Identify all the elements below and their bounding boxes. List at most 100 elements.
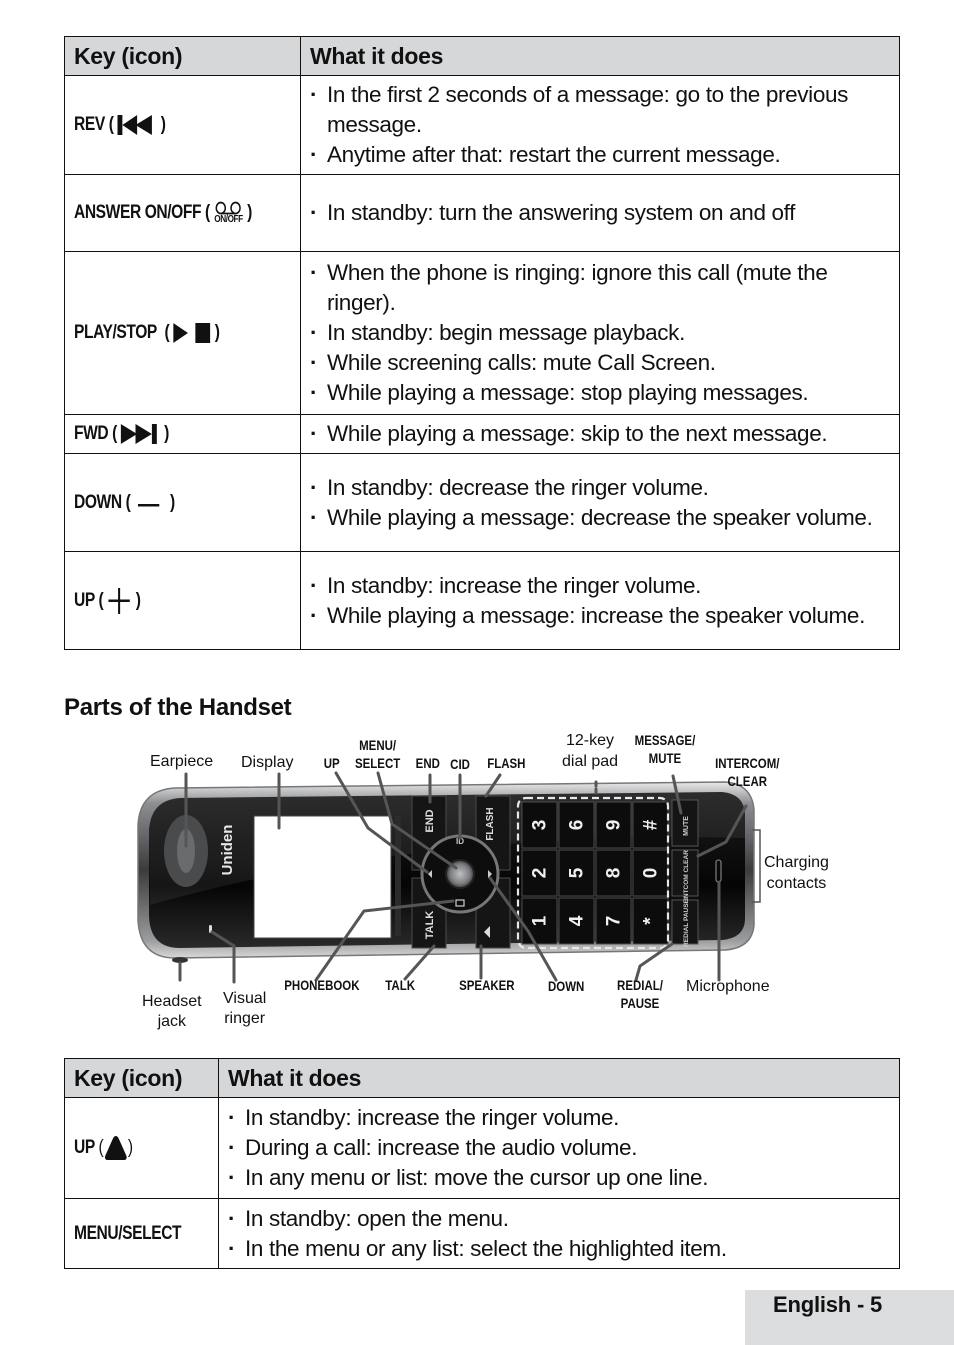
label-flash: FLASH <box>487 755 526 771</box>
description-cell: While playing a message: skip to the nex… <box>300 414 900 454</box>
side-keys: MUTE INTCOM CLEAR REDIAL PAUSE <box>671 799 699 947</box>
label-message-mute: MESSAGE/ MUTE <box>635 731 696 767</box>
label-microphone: Microphone <box>686 978 770 995</box>
svg-text:REDIAL PAUSE: REDIAL PAUSE <box>683 898 690 946</box>
page-footer: English - 5 <box>745 1290 954 1345</box>
key-cell: UP ( ) <box>64 551 301 650</box>
table-row: DOWN ( ) In standby: decrease the ringer… <box>64 453 900 552</box>
table-header-row: Key (icon) What it does <box>64 36 900 76</box>
navigation-pad: ID <box>420 834 500 914</box>
bullet-item: While playing a message: decrease the sp… <box>309 503 891 533</box>
key-label: MENU/SELECT <box>74 1222 182 1244</box>
dial-key-digit: 6 <box>567 820 588 831</box>
label-line: Headset <box>142 993 202 1010</box>
key-label: UP ( ) <box>74 587 141 614</box>
table-row: UP ( ) In standby: increase the ringer v… <box>64 551 900 650</box>
dial-key-digit: 3 <box>530 820 551 831</box>
dial-key-digit: 1 <box>530 915 551 926</box>
bullet-item: While playing a message: stop playing me… <box>309 378 891 408</box>
bullet-item: While playing a message: skip to the nex… <box>309 419 891 449</box>
plus-icon <box>108 587 131 614</box>
key-cell: DOWN ( ) <box>64 453 301 552</box>
bullet-item: During a call: increase the audio volume… <box>227 1133 891 1163</box>
label-line: jack <box>157 1013 187 1030</box>
description-cell: In the first 2 seconds of a message: go … <box>300 75 900 175</box>
bullet-item: When the phone is ringing: ignore this c… <box>309 258 891 318</box>
label-redial-pause: REDIAL/ PAUSE <box>617 976 663 1012</box>
key-label: FWD ( ) <box>74 423 169 444</box>
label-earpiece: Earpiece <box>150 753 214 770</box>
bullet-item: In standby: turn the answering system on… <box>309 198 891 228</box>
dial-key-digit: 8 <box>604 868 625 879</box>
header-key-icon: Key (icon) <box>64 1058 219 1098</box>
answering-keys-table: Key (icon) What it does REV ( ) In the f… <box>64 36 900 650</box>
svg-text:TALK: TALK <box>424 911 436 940</box>
description-cell: In standby: open the menu. In the menu o… <box>218 1198 900 1269</box>
label-line: SELECT <box>354 755 401 771</box>
description-cell: In standby: decrease the ringer volume. … <box>300 453 900 552</box>
bullet-item: In the first 2 seconds of a message: go … <box>309 80 891 140</box>
bullet-item: In standby: open the menu. <box>227 1204 891 1234</box>
svg-text:INTCOM CLEAR: INTCOM CLEAR <box>683 850 690 900</box>
label-line: MESSAGE/ <box>634 732 696 748</box>
label-charging-contacts: Charging contacts <box>764 852 829 894</box>
label-line: PAUSE <box>620 995 660 1011</box>
table-row: REV ( ) In the first 2 seconds of a mess… <box>64 75 900 175</box>
header-what-it-does: What it does <box>300 36 900 76</box>
key-cell: REV ( ) <box>64 75 301 175</box>
dial-key-digit: # <box>641 819 662 830</box>
brand-logo: Uniden <box>219 825 236 876</box>
table-header-row: Key (icon) What it does <box>64 1058 900 1098</box>
label-phonebook: PHONEBOOK <box>284 977 360 993</box>
key-label: DOWN ( ) <box>74 491 175 513</box>
handset-diagram: Uniden END TALK FLASH ID 3 6 9 # 2 5 8 0 … <box>0 720 954 1040</box>
key-cell: ANSWER ON/OFF ( ON/OFF ) <box>64 174 301 252</box>
label-speaker: SPEAKER <box>459 977 515 993</box>
bullet-item: While screening calls: mute Call Screen. <box>309 348 891 378</box>
dial-key-digit: 9 <box>604 820 625 831</box>
key-cell: FWD ( ) <box>64 414 301 454</box>
dial-key-digit: 5 <box>567 867 588 878</box>
label-talk: TALK <box>385 977 416 993</box>
table-row: PLAY/STOP ( ) When the phone is ringing:… <box>64 251 900 415</box>
label-line: Charging <box>764 854 829 871</box>
svg-text:FLASH: FLASH <box>485 807 496 840</box>
dial-key-digit: * <box>641 917 662 925</box>
label-up: UP <box>323 755 340 771</box>
svg-text:END: END <box>424 809 436 832</box>
fast-forward-skip-icon <box>120 423 157 444</box>
description-cell: When the phone is ringing: ignore this c… <box>300 251 900 415</box>
description-cell: In standby: increase the ringer volume. … <box>300 551 900 650</box>
table-row: MENU/SELECT In standby: open the menu. I… <box>64 1198 900 1269</box>
label-line: INTERCOM/ <box>715 755 780 771</box>
key-label: REV ( ) <box>74 114 166 135</box>
play-stop-icon <box>173 322 211 343</box>
label-intercom-clear: INTERCOM/ CLEAR <box>715 754 779 790</box>
minus-icon <box>137 504 159 507</box>
label-dial-pad: 12-key dial pad <box>562 730 618 772</box>
label-line: Visual <box>223 990 267 1007</box>
label-visual-ringer: Visual ringer <box>223 989 266 1029</box>
label-display: Display <box>241 754 294 771</box>
label-line: MUTE <box>648 750 682 766</box>
description-cell: In standby: increase the ringer volume. … <box>218 1097 900 1199</box>
bullet-item: Anytime after that: restart the current … <box>309 140 891 170</box>
label-end: END <box>415 755 440 771</box>
up-triangle-icon <box>104 1136 127 1160</box>
key-cell: UP () <box>64 1097 219 1199</box>
label-line: dial pad <box>562 753 619 770</box>
rewind-skip-back-icon <box>117 114 152 135</box>
label-line: 12-key <box>566 732 615 749</box>
key-cell: PLAY/STOP ( ) <box>64 251 301 415</box>
label-headset-jack: Headset jack <box>142 992 202 1032</box>
handset-keys-table: Key (icon) What it does UP () In standby… <box>64 1058 900 1269</box>
bullet-item: While playing a message: increase the sp… <box>309 601 891 631</box>
label-menu-select: MENU/ SELECT <box>355 736 400 772</box>
bullet-item: In standby: increase the ringer volume. <box>309 571 891 601</box>
key-label: PLAY/STOP ( ) <box>74 322 220 343</box>
key-label: ANSWER ON/OFF ( ON/OFF ) <box>74 201 252 225</box>
table-row: FWD ( ) While playing a message: skip to… <box>64 414 900 454</box>
header-what-it-does: What it does <box>218 1058 900 1098</box>
key-cell: MENU/SELECT <box>64 1198 219 1269</box>
table-row: ANSWER ON/OFF ( ON/OFF ) In standby: tur… <box>64 174 900 252</box>
